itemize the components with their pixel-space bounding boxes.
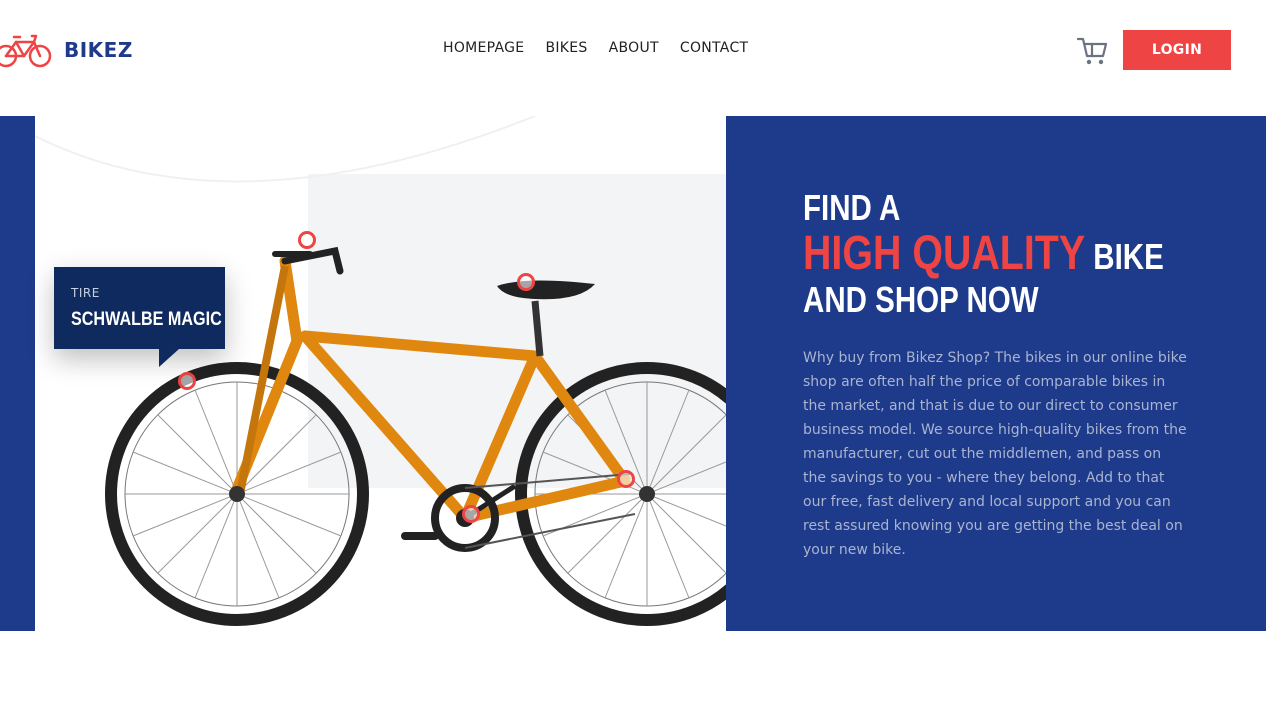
bicycle-logo-icon xyxy=(0,34,52,68)
hotspot-crank[interactable] xyxy=(462,505,480,523)
nav-homepage[interactable]: HOMEPAGE xyxy=(443,40,524,56)
nav-contact[interactable]: CONTACT xyxy=(680,40,749,56)
hotspot-tire[interactable] xyxy=(178,372,196,390)
headline-line-3: AND SHOP NOW xyxy=(803,279,1039,321)
hero-left-strip xyxy=(0,116,35,631)
brand-name: BIKEZ xyxy=(64,38,133,62)
tooltip-value: SCHWALBE MAGIC xyxy=(71,309,222,330)
hotspot-derailleur[interactable] xyxy=(617,470,635,488)
part-tooltip: TIRE SCHWALBE MAGIC xyxy=(54,267,225,367)
headline-accent: HIGH QUALITY xyxy=(803,226,1086,280)
headline-line-1: FIND A xyxy=(803,187,901,228)
hero-text-panel: FIND A HIGH QUALITY BIKE AND SHOP NOW Wh… xyxy=(726,116,1266,631)
main-nav: HOMEPAGE BIKES ABOUT CONTACT xyxy=(443,40,748,56)
hero-section: FIND A HIGH QUALITY BIKE AND SHOP NOW Wh… xyxy=(0,116,1266,631)
bicycle-illustration xyxy=(35,116,726,626)
login-button[interactable]: LOGIN xyxy=(1123,30,1231,70)
site-header: BIKEZ HOMEPAGE BIKES ABOUT CONTACT LOGIN xyxy=(0,0,1266,100)
logo[interactable]: BIKEZ xyxy=(0,30,133,70)
hero-headline: FIND A HIGH QUALITY BIKE AND SHOP NOW xyxy=(803,188,1164,320)
bike-image xyxy=(35,116,726,631)
tooltip-label: TIRE xyxy=(71,286,100,300)
hotspot-handlebar[interactable] xyxy=(298,231,316,249)
cart-icon[interactable] xyxy=(1076,36,1108,66)
headline-bike: BIKE xyxy=(1085,235,1164,277)
hotspot-saddle[interactable] xyxy=(517,273,535,291)
nav-bikes[interactable]: BIKES xyxy=(545,40,587,56)
headline-line-2: HIGH QUALITY BIKE xyxy=(803,226,1164,281)
hero-description: Why buy from Bikez Shop? The bikes in ou… xyxy=(803,350,1187,558)
nav-about[interactable]: ABOUT xyxy=(609,40,659,56)
